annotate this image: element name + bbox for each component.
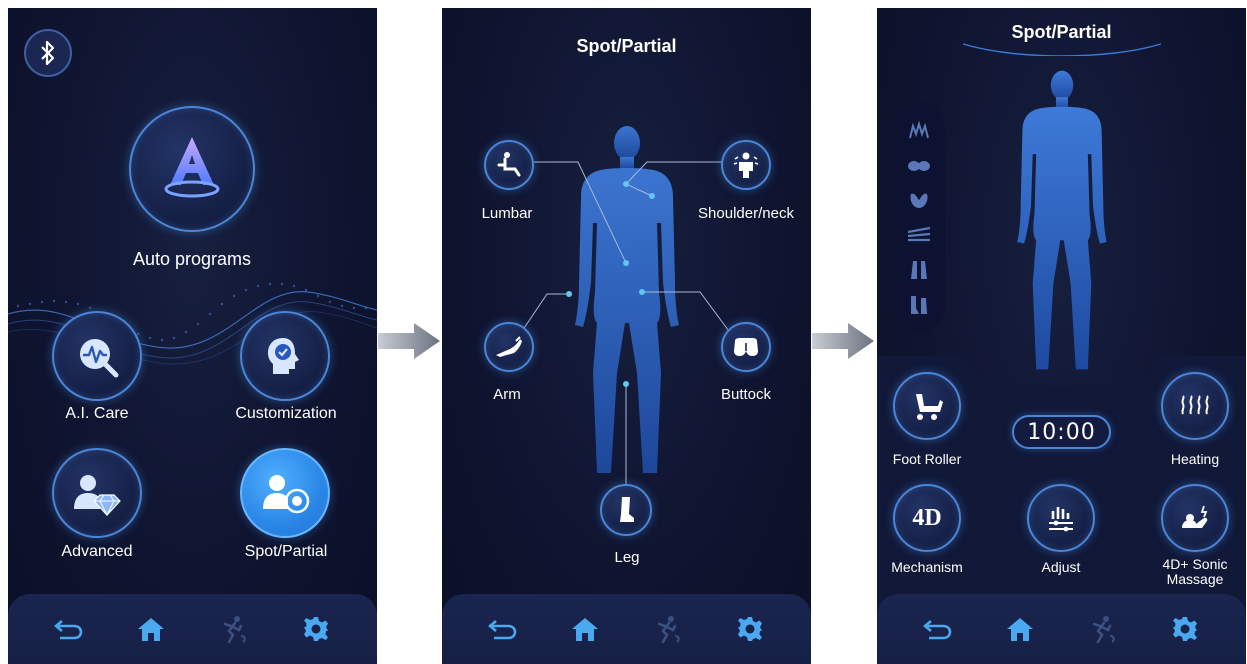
foot-roller-label: Foot Roller [892, 451, 962, 467]
foot-massage-button[interactable] [906, 294, 932, 316]
lumbar-icon [497, 152, 521, 177]
body-figure [1017, 70, 1107, 370]
massage-mode-button[interactable] [214, 609, 254, 649]
massage-mode-button[interactable] [1083, 609, 1123, 649]
advanced-button[interactable] [52, 448, 142, 538]
bottom-navbar [877, 594, 1246, 664]
shoulder-neck-button[interactable] [721, 140, 771, 190]
settings-button[interactable] [296, 609, 336, 649]
leg-massage-button[interactable] [906, 259, 932, 281]
waist-massage-icon [907, 226, 931, 241]
buttock-icon [734, 338, 758, 356]
home-icon [138, 618, 165, 641]
bottom-navbar [8, 594, 377, 664]
back-button[interactable] [918, 609, 958, 649]
shoulder-massage-button[interactable] [906, 154, 932, 176]
adjust-button[interactable] [1027, 484, 1095, 552]
massage-area-sidebar [893, 102, 945, 332]
massage-mode-icon [657, 616, 680, 644]
spot-partial-button[interactable] [240, 448, 330, 538]
adjust-label: Adjust [1041, 559, 1081, 575]
shoulder-massage-icon [908, 160, 930, 171]
lumbar-label: Lumbar [481, 205, 533, 222]
settings-icon [737, 617, 762, 641]
shoulder-neck-label: Shoulder/neck [698, 205, 794, 222]
mechanism-button[interactable]: 4D [893, 484, 961, 552]
home-button[interactable] [1000, 609, 1040, 649]
leg-massage-icon [911, 260, 927, 279]
adjust-icon [1049, 507, 1073, 532]
arm-button[interactable] [484, 322, 534, 372]
mechanism-label: Mechanism [891, 559, 963, 575]
heating-icon [1181, 395, 1209, 415]
neck-massage-button[interactable] [906, 119, 932, 141]
back-icon [923, 620, 952, 640]
ai-care-icon [80, 339, 119, 378]
mechanism-4d-icon: 4D [912, 504, 942, 531]
massage-mode-icon [1092, 616, 1115, 644]
home-icon [572, 618, 599, 641]
arm-icon [496, 336, 522, 357]
spot-partial-label: Spot/Partial [244, 543, 328, 560]
buttock-button[interactable] [721, 322, 771, 372]
customization-label: Customization [235, 405, 337, 422]
back-massage-icon [910, 193, 928, 208]
leg-icon [620, 497, 634, 522]
settings-button[interactable] [730, 609, 770, 649]
sonic-massage-label: 4D+ Sonic Massage [1162, 556, 1228, 587]
bluetooth-button[interactable] [24, 29, 72, 77]
foot-roller-icon [916, 394, 943, 420]
bluetooth-icon [41, 40, 55, 66]
advanced-label: Advanced [61, 543, 133, 560]
spot-partial-session-screen: Spot/Partial Foot Roller 10:00 Heating 4… [877, 8, 1246, 664]
sonic-massage-button[interactable] [1161, 484, 1229, 552]
home-button[interactable] [565, 609, 605, 649]
home-button[interactable] [131, 609, 171, 649]
shoulder-neck-icon [733, 152, 759, 178]
flow-arrow-1 [378, 323, 440, 359]
buttock-label: Buttock [720, 386, 772, 403]
leg-button[interactable] [600, 484, 652, 536]
settings-icon [303, 617, 328, 641]
lumbar-button[interactable] [484, 140, 534, 190]
home-icon [1007, 618, 1034, 641]
customization-button[interactable] [240, 311, 330, 401]
neck-massage-icon [909, 120, 929, 138]
back-button[interactable] [483, 609, 523, 649]
heating-label: Heating [1170, 451, 1220, 467]
back-button[interactable] [49, 609, 89, 649]
back-icon [54, 620, 83, 640]
spot-partial-icon [263, 475, 310, 514]
customization-icon [268, 338, 299, 374]
page-title: Spot/Partial [1011, 22, 1112, 42]
heating-button[interactable] [1161, 372, 1229, 440]
home-screen: Auto programs A.I. Care Customization Ad… [8, 8, 377, 664]
massage-mode-button[interactable] [648, 609, 688, 649]
massage-mode-icon [223, 616, 246, 644]
back-massage-button[interactable] [906, 189, 932, 211]
settings-button[interactable] [1165, 609, 1205, 649]
auto-programs-icon [164, 137, 220, 198]
settings-icon [1172, 617, 1197, 641]
bottom-navbar [442, 594, 811, 664]
arm-label: Arm [493, 386, 521, 403]
foot-roller-button[interactable] [893, 372, 961, 440]
ai-care-label: A.I. Care [65, 405, 129, 422]
back-icon [488, 620, 517, 640]
waist-massage-button[interactable] [906, 224, 932, 246]
ai-care-button[interactable] [52, 311, 142, 401]
advanced-icon [74, 475, 121, 517]
auto-programs-button[interactable] [129, 106, 255, 232]
flow-arrow-2 [812, 323, 874, 359]
foot-massage-icon [911, 295, 927, 314]
leg-label: Leg [614, 549, 640, 566]
timer-display: 10:00 [1012, 415, 1111, 449]
spot-partial-select-screen: Spot/Partial Lumbar Shoulder/neck Arm Bu… [442, 8, 811, 664]
sonic-massage-icon [1182, 505, 1208, 528]
